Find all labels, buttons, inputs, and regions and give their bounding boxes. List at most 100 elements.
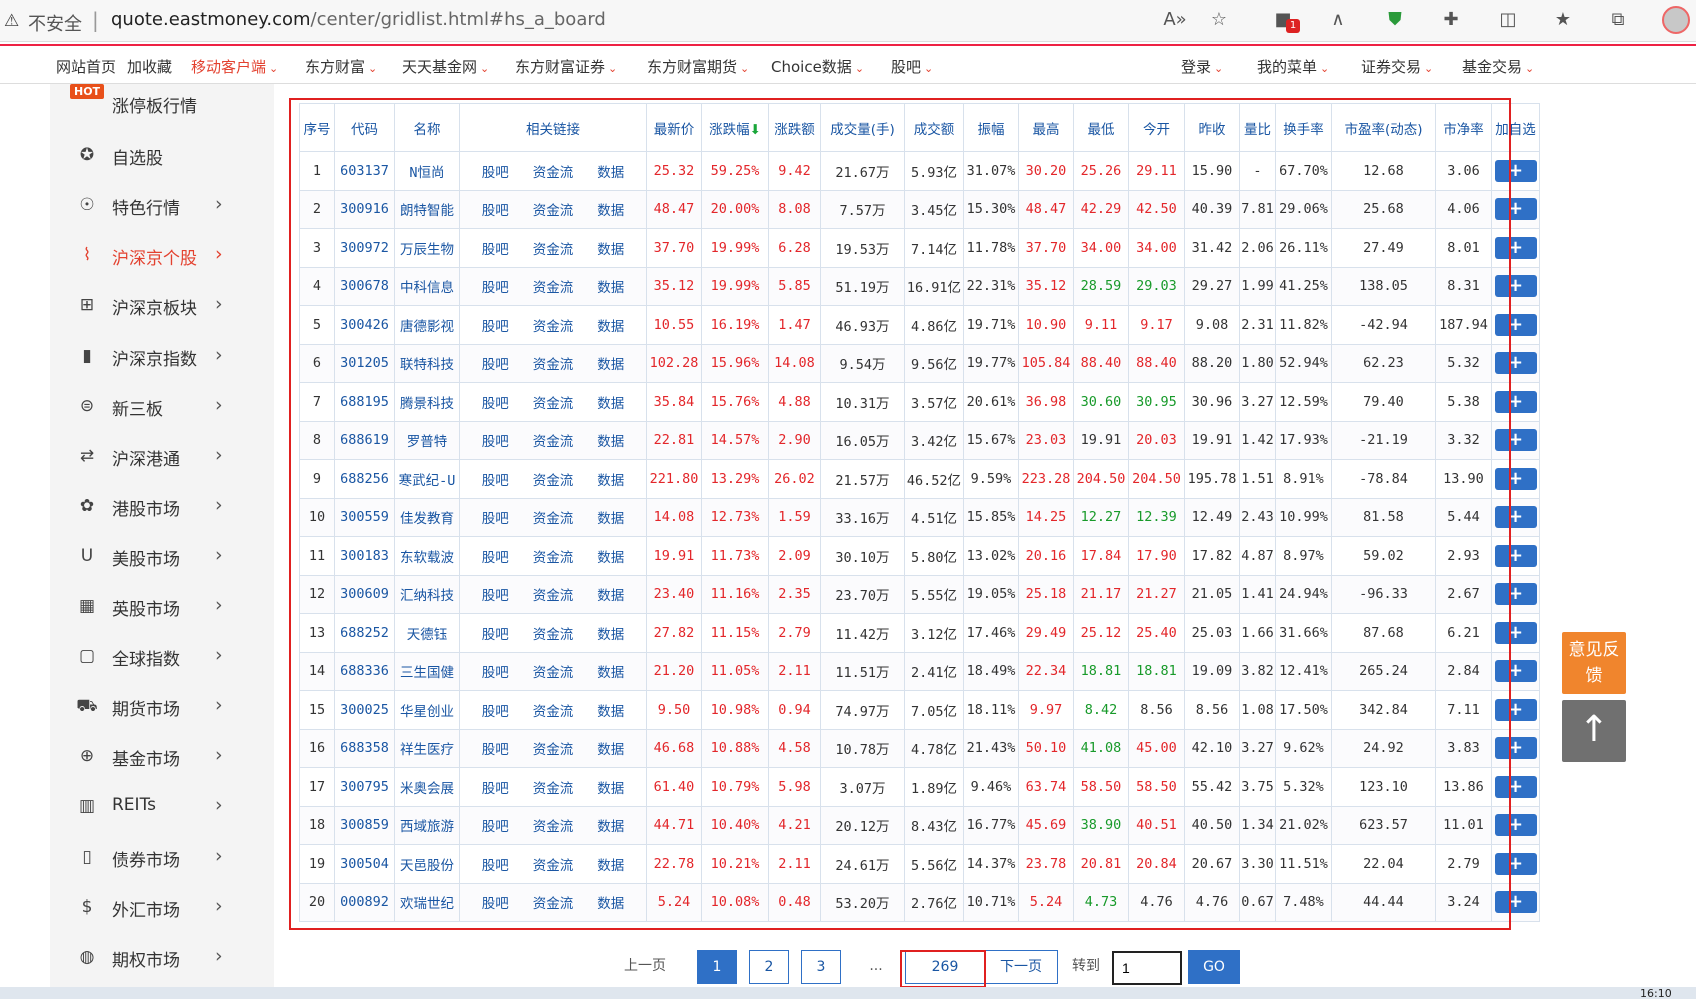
last-page-button[interactable]: 269: [905, 950, 985, 984]
stock-code-link[interactable]: 300795: [334, 767, 395, 807]
guba-link[interactable]: 股吧: [482, 319, 509, 335]
fund-flow-link[interactable]: 资金流: [533, 165, 574, 181]
page-3-button[interactable]: 3: [801, 950, 841, 984]
guba-link[interactable]: 股吧: [482, 627, 509, 643]
table-row[interactable]: 11 300183 东软载波 股吧 资金流 数据 19.91 11.73% 2.09 30.10万…: [299, 536, 1540, 576]
stock-code-link[interactable]: 688619: [334, 420, 395, 460]
data-link[interactable]: 数据: [597, 280, 624, 296]
url-field[interactable]: quote.eastmoney.com/center/gridlist.html…: [111, 9, 606, 30]
add-watchlist-button[interactable]: +: [1494, 429, 1537, 452]
stock-code-link[interactable]: 300426: [334, 305, 395, 345]
warning-icon[interactable]: ⚠: [4, 11, 19, 31]
guba-link[interactable]: 股吧: [482, 588, 509, 604]
table-row[interactable]: 16 688358 祥生医疗 股吧 资金流 数据 46.68 10.88% 4.58 10.78万…: [299, 728, 1540, 768]
stock-code-link[interactable]: 688336: [334, 651, 395, 691]
guba-link[interactable]: 股吧: [482, 280, 509, 296]
sidebar-item-3[interactable]: ⌇ 沪深京个股 ›: [50, 232, 274, 278]
stock-name-link[interactable]: 欢瑞世纪: [394, 882, 460, 922]
stock-name-link[interactable]: 三生国健: [394, 651, 460, 691]
data-link[interactable]: 数据: [597, 588, 624, 604]
nav-choice[interactable]: Choice数据 ⌄: [771, 56, 864, 77]
fund-flow-link[interactable]: 资金流: [533, 434, 574, 450]
header-cell-14[interactable]: 量比: [1239, 103, 1276, 152]
stock-name-link[interactable]: 中科信息: [394, 266, 460, 306]
header-cell-7[interactable]: 成交量(手): [820, 103, 905, 152]
data-link[interactable]: 数据: [597, 203, 624, 219]
data-link[interactable]: 数据: [597, 396, 624, 412]
sidebar-item-14[interactable]: ▥ REITs ›: [50, 783, 274, 829]
data-link[interactable]: 数据: [597, 704, 624, 720]
add-watchlist-button[interactable]: +: [1494, 352, 1537, 375]
fund-flow-link[interactable]: 资金流: [533, 203, 574, 219]
header-cell-4[interactable]: 最新价: [646, 103, 702, 152]
data-link[interactable]: 数据: [597, 319, 624, 335]
sidebar-item-0[interactable]: HOT 涨停板行情: [50, 80, 274, 126]
sidebar-item-9[interactable]: U 美股市场 ›: [50, 533, 274, 579]
header-cell-0[interactable]: 序号: [299, 103, 335, 152]
fund-flow-link[interactable]: 资金流: [533, 319, 574, 335]
table-row[interactable]: 20 000892 欢瑞世纪 股吧 资金流 数据 5.24 10.08% 0.48 53.20万 2…: [299, 882, 1540, 922]
add-watchlist-button[interactable]: +: [1494, 660, 1537, 683]
split-screen-icon[interactable]: ◫: [1495, 9, 1521, 33]
data-link[interactable]: 数据: [597, 511, 624, 527]
data-link[interactable]: 数据: [597, 550, 624, 566]
header-cell-15[interactable]: 换手率: [1275, 103, 1332, 152]
stock-code-link[interactable]: 688358: [334, 728, 395, 768]
stock-name-link[interactable]: 祥生医疗: [394, 728, 460, 768]
add-watchlist-button[interactable]: +: [1494, 621, 1537, 644]
add-watchlist-button[interactable]: +: [1494, 159, 1537, 182]
sidebar-item-13[interactable]: ⊕ 基金市场 ›: [50, 733, 274, 779]
table-row[interactable]: 14 688336 三生国健 股吧 资金流 数据 21.20 11.05% 2.11 11.51万…: [299, 651, 1540, 691]
guba-link[interactable]: 股吧: [482, 357, 509, 373]
add-watchlist-button[interactable]: +: [1494, 198, 1537, 221]
header-cell-6[interactable]: 涨跌额: [768, 103, 821, 152]
table-row[interactable]: 4 300678 中科信息 股吧 资金流 数据 35.12 19.99% 5.85 51.19万 1…: [299, 266, 1540, 306]
add-watchlist-button[interactable]: +: [1494, 544, 1537, 567]
header-cell-8[interactable]: 成交额: [904, 103, 964, 152]
guba-link[interactable]: 股吧: [482, 165, 509, 181]
header-cell-16[interactable]: 市盈率(动态): [1331, 103, 1436, 152]
data-link[interactable]: 数据: [597, 473, 624, 489]
guba-link[interactable]: 股吧: [482, 396, 509, 412]
table-row[interactable]: 17 300795 米奥会展 股吧 资金流 数据 61.40 10.79% 5.98 3.07万 1…: [299, 767, 1540, 807]
fund-flow-link[interactable]: 资金流: [533, 819, 574, 835]
stock-code-link[interactable]: 300504: [334, 844, 395, 884]
stock-name-link[interactable]: 联特科技: [394, 343, 460, 383]
stock-code-link[interactable]: 300972: [334, 228, 395, 268]
goto-page-input[interactable]: [1112, 951, 1182, 985]
nav-futures[interactable]: 东方财富期货 ⌄: [647, 56, 749, 77]
guba-link[interactable]: 股吧: [482, 665, 509, 681]
table-row[interactable]: 15 300025 华星创业 股吧 资金流 数据 9.50 10.98% 0.94 74.97万 7…: [299, 690, 1540, 730]
stock-code-link[interactable]: 688195: [334, 382, 395, 422]
table-row[interactable]: 3 300972 万辰生物 股吧 资金流 数据 37.70 19.99% 6.28 19.53万 7…: [299, 228, 1540, 268]
add-watchlist-button[interactable]: +: [1494, 275, 1537, 298]
add-watchlist-button[interactable]: +: [1494, 313, 1537, 336]
guba-link[interactable]: 股吧: [482, 858, 509, 874]
sidebar-item-4[interactable]: ⊞ 沪深京板块 ›: [50, 282, 274, 328]
stock-code-link[interactable]: 300859: [334, 805, 395, 845]
stock-name-link[interactable]: 米奥会展: [394, 767, 460, 807]
stock-name-link[interactable]: 寒武纪-U: [394, 459, 460, 499]
extension-icon[interactable]: ■: [1270, 9, 1300, 33]
stock-code-link[interactable]: 301205: [334, 343, 395, 383]
stock-name-link[interactable]: 佳发教育: [394, 497, 460, 537]
add-watchlist-button[interactable]: +: [1494, 583, 1537, 606]
data-link[interactable]: 数据: [597, 627, 624, 643]
nav-securities[interactable]: 东方财富证券 ⌄: [515, 56, 617, 77]
sidebar-item-17[interactable]: ◍ 期权市场 ›: [50, 934, 274, 980]
sidebar-item-2[interactable]: ☉ 特色行情 ›: [50, 182, 274, 228]
stock-code-link[interactable]: 300559: [334, 497, 395, 537]
extension-2-icon[interactable]: ∧: [1325, 9, 1351, 33]
fund-flow-link[interactable]: 资金流: [533, 511, 574, 527]
guba-link[interactable]: 股吧: [482, 473, 509, 489]
sidebar-item-10[interactable]: ▦ 英股市场 ›: [50, 583, 274, 629]
stock-name-link[interactable]: 天德钰: [394, 613, 460, 653]
table-row[interactable]: 5 300426 唐德影视 股吧 资金流 数据 10.55 16.19% 1.47 46.93万 4…: [299, 305, 1540, 345]
stock-name-link[interactable]: 罗普特: [394, 420, 460, 460]
fund-flow-link[interactable]: 资金流: [533, 665, 574, 681]
stock-code-link[interactable]: 000892: [334, 882, 395, 922]
favorites-icon[interactable]: ★: [1550, 9, 1576, 33]
stock-name-link[interactable]: 西域旅游: [394, 805, 460, 845]
stock-code-link[interactable]: 603137: [334, 151, 395, 191]
stock-code-link[interactable]: 300678: [334, 266, 395, 306]
